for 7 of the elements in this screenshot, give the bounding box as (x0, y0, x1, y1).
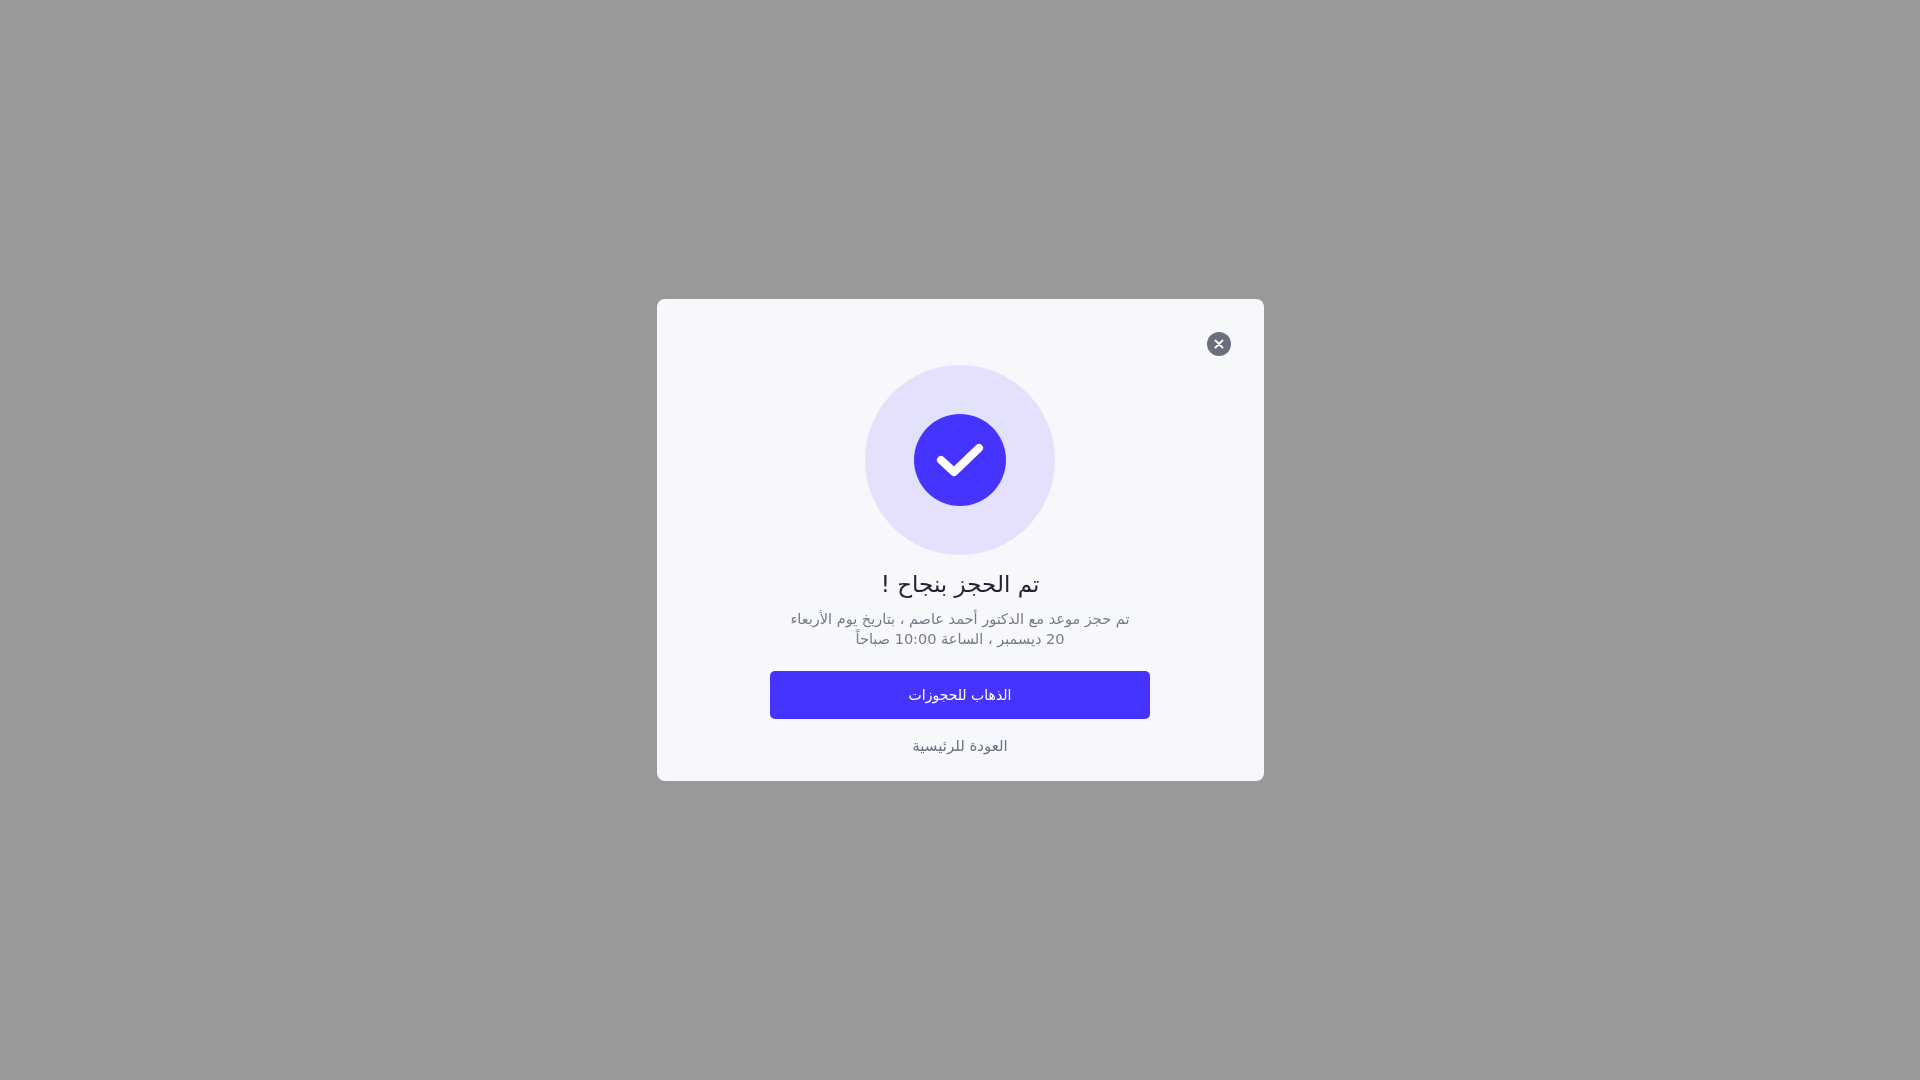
dialog-title: تم الحجز بنجاح ! (880, 571, 1040, 597)
close-icon (1213, 339, 1224, 349)
booking-message: تم حجز موعد مع الدكتور أحمد عاصم ، بتاريخ يوم الأربعاء 20 ديسمبر ، الساعة 10:00 صباحاً (790, 609, 1130, 649)
close-button[interactable] (1206, 332, 1231, 356)
bookings-button[interactable]: الذهاب للحجوزات (770, 671, 1150, 719)
home-link[interactable]: العودة للرئيسية (912, 737, 1008, 755)
check-circle-icon (914, 414, 1006, 506)
